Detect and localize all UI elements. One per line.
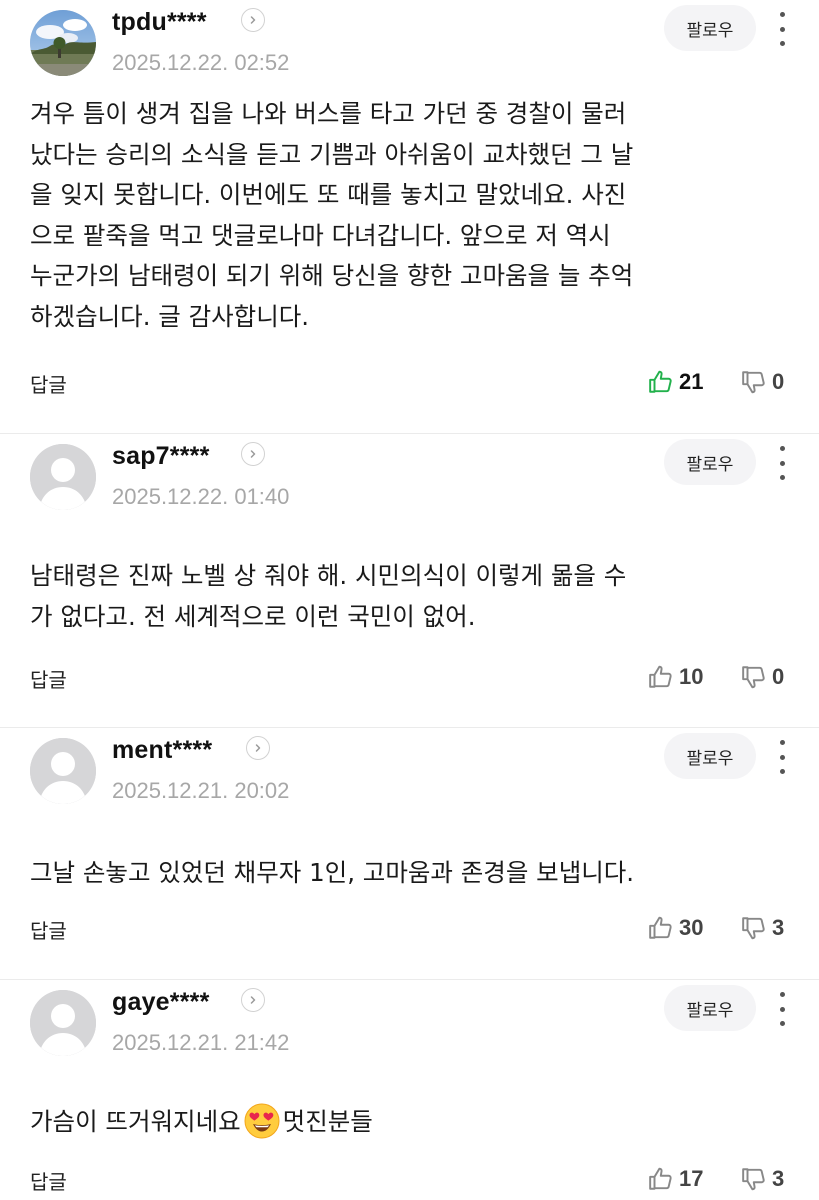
comment-text: 그날 손놓고 있었던 채무자 1인, 고마움과 존경을 보냅니다. [30, 858, 635, 887]
username[interactable]: gaye**** [112, 988, 210, 1017]
follow-button[interactable]: 팔로우 [664, 985, 756, 1031]
dislike-button[interactable]: 0 [741, 367, 784, 397]
avatar-default-icon[interactable] [30, 990, 96, 1056]
thumbs-up-icon [648, 915, 674, 941]
comment-text-part: 가슴이 뜨거워지네요 [30, 1107, 241, 1136]
username[interactable]: sap7**** [112, 442, 210, 471]
avatar-photo[interactable] [30, 10, 96, 76]
dislike-count: 3 [772, 915, 785, 940]
comment-item: gaye**** 2025.12.21. 21:42 팔로우가슴이 뜨거워지네요 멋진… [0, 980, 819, 1200]
like-button[interactable]: 30 [648, 913, 703, 943]
chevron-right-icon[interactable] [246, 736, 270, 760]
comment-date: 2025.12.22. 02:52 [112, 50, 290, 75]
reply-button[interactable]: 답글 [30, 369, 67, 398]
dislike-count: 3 [772, 1166, 785, 1191]
thumbs-down-icon [741, 369, 767, 395]
like-button[interactable]: 21 [648, 367, 703, 397]
comment-text: 남태령은 진짜 노벨 상 줘야 해. 시민의식이 이렇게 몲을 수 가 없다고.… [30, 561, 627, 631]
like-button[interactable]: 17 [648, 1164, 703, 1194]
comment-text-part: 멋진분들 [282, 1107, 373, 1136]
dislike-button[interactable]: 3 [741, 913, 784, 943]
thumbs-down-icon [741, 1166, 767, 1192]
reply-button[interactable]: 답글 [30, 915, 67, 944]
dislike-button[interactable]: 3 [741, 1164, 784, 1194]
comment-text: 겨우 틈이 생겨 집을 나와 버스를 타고 가던 중 경찰이 물러 났다는 승리… [30, 99, 634, 331]
like-count: 30 [679, 915, 704, 940]
reply-button[interactable]: 답글 [30, 1166, 67, 1195]
dislike-button[interactable]: 0 [741, 662, 784, 692]
more-options-icon[interactable] [773, 446, 791, 480]
comment-item: ment**** 2025.12.21. 20:02 팔로우그날 손놓고 있었던 채… [0, 728, 819, 980]
more-options-icon[interactable] [773, 740, 791, 774]
thumbs-up-icon [648, 664, 674, 690]
dislike-count: 0 [772, 664, 785, 689]
chevron-right-icon[interactable] [241, 988, 265, 1012]
like-button[interactable]: 10 [648, 662, 703, 692]
follow-button[interactable]: 팔로우 [664, 439, 756, 485]
like-count: 21 [679, 369, 704, 394]
follow-button[interactable]: 팔로우 [664, 733, 756, 779]
more-options-icon[interactable] [773, 12, 791, 46]
avatar-default-icon[interactable] [30, 738, 96, 804]
reply-button[interactable]: 답글 [30, 664, 67, 693]
avatar-default-icon[interactable] [30, 444, 96, 510]
comment-item: tpdu**** 2025.12.22. 02:52 팔로우겨우 틈이 생겨 집을 … [0, 0, 819, 434]
comment-item: sap7**** 2025.12.22. 01:40 팔로우남태령은 진짜 노벨 상… [0, 434, 819, 728]
comment-list: tpdu**** 2025.12.22. 02:52 팔로우 겨우 틈이 생겨 집을 … [0, 0, 819, 1200]
comment-text: 가슴이 뜨거워지네요 멋진분들 [30, 1102, 790, 1152]
comment-date: 2025.12.21. 20:02 [112, 778, 290, 803]
more-options-icon[interactable] [773, 992, 791, 1026]
chevron-right-icon[interactable] [241, 442, 265, 466]
heart-eyes-emoji-icon [244, 1103, 280, 1152]
thumbs-down-icon [741, 915, 767, 941]
username[interactable]: tpdu**** [112, 8, 207, 37]
comment-date: 2025.12.22. 01:40 [112, 484, 290, 509]
like-count: 10 [679, 664, 704, 689]
follow-button[interactable]: 팔로우 [664, 5, 756, 51]
chevron-right-icon[interactable] [241, 8, 265, 32]
thumbs-up-icon [648, 1166, 674, 1192]
like-count: 17 [679, 1166, 704, 1191]
thumbs-down-icon [741, 664, 767, 690]
username[interactable]: ment**** [112, 736, 212, 765]
thumbs-up-icon [648, 369, 674, 395]
dislike-count: 0 [772, 369, 785, 394]
comment-date: 2025.12.21. 21:42 [112, 1030, 290, 1055]
